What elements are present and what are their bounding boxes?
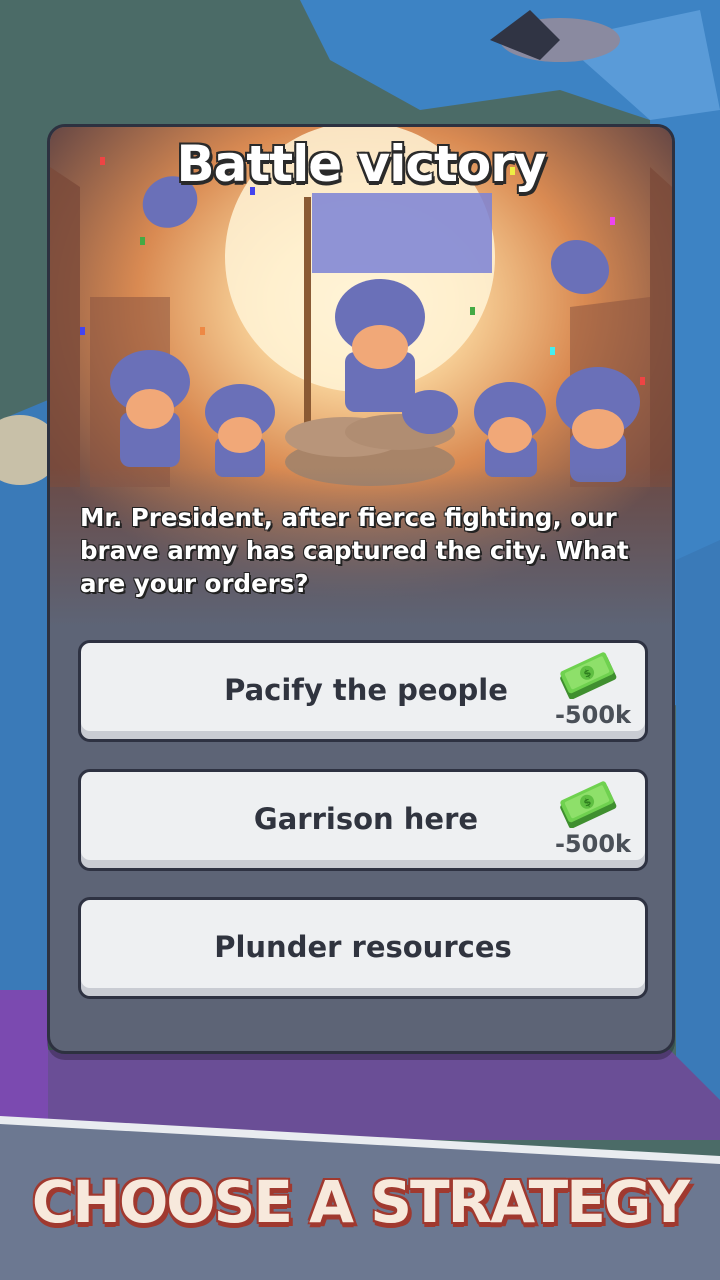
- pacify-the-people-button[interactable]: Pacify the people $ -500k: [78, 640, 648, 742]
- cost-amount: -500k: [554, 701, 631, 729]
- option-label: Plunder resources: [214, 930, 512, 964]
- cash-icon: $: [560, 652, 617, 699]
- banner-title: CHOOSE A STRATEGY: [31, 1168, 690, 1236]
- cash-icon: $: [560, 781, 617, 828]
- dialog-title: Battle victory: [176, 135, 547, 193]
- strategy-banner: CHOOSE A STRATEGY: [0, 1108, 720, 1280]
- dialog-message: Mr. President, after fierce fighting, ou…: [80, 503, 629, 598]
- victory-illustration: Battle victory Mr. President, after fier…: [50, 127, 672, 627]
- option-cost: $ -500k: [551, 780, 631, 860]
- option-cost: $ -500k: [551, 651, 631, 731]
- garrison-here-button[interactable]: Garrison here $ -500k: [78, 769, 648, 871]
- plunder-resources-button[interactable]: Plunder resources: [78, 897, 648, 999]
- cost-amount: -500k: [554, 830, 631, 858]
- battle-victory-dialog: Battle victory Mr. President, after fier…: [47, 124, 675, 1054]
